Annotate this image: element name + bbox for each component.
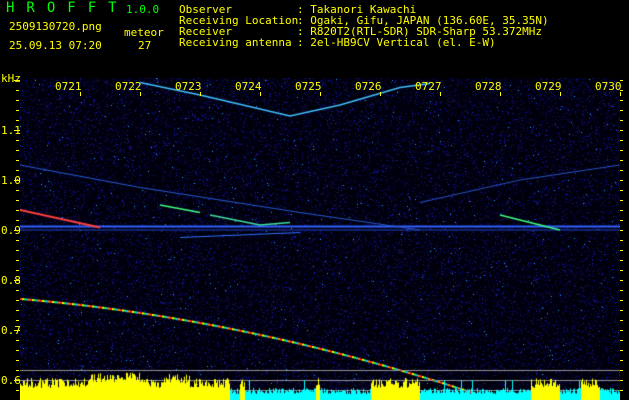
y-tick [620, 110, 623, 111]
y-tick [16, 160, 19, 161]
y-tick [620, 330, 623, 331]
y-tick [16, 390, 19, 391]
y-tick [16, 110, 19, 111]
x-tick-label: 0723 [175, 80, 202, 93]
y-tick [16, 300, 19, 301]
x-tick-label: 0724 [235, 80, 262, 93]
y-tick [16, 370, 19, 371]
y-tick [620, 100, 623, 101]
x-tick [380, 92, 381, 96]
y-tick [14, 80, 20, 81]
y-tick [620, 350, 623, 351]
y-tick [16, 310, 19, 311]
meteor-count: 27 [138, 39, 152, 52]
x-tick [200, 92, 201, 96]
y-tick [16, 320, 19, 321]
x-tick-label: 0721 [55, 80, 82, 93]
y-tick [14, 280, 20, 281]
y-unit-label: kHz [1, 72, 21, 85]
y-tick [14, 230, 20, 231]
y-tick [16, 190, 19, 191]
info-value: : 2el-HB9CV Vertical (el. E-W) [297, 36, 496, 49]
y-tick [620, 150, 623, 151]
y-tick [620, 140, 623, 141]
y-tick [620, 130, 623, 131]
y-tick [620, 370, 623, 371]
y-tick [16, 210, 19, 211]
y-tick [16, 360, 19, 361]
y-tick [16, 350, 19, 351]
y-tick [620, 340, 623, 341]
app-logo: HROFFT [6, 0, 129, 16]
x-tick [140, 92, 141, 96]
y-tick [16, 270, 19, 271]
y-tick [620, 220, 623, 221]
y-tick [16, 200, 19, 201]
x-tick-label: 0725 [295, 80, 322, 93]
x-tick-label: 0722 [115, 80, 142, 93]
info-label: Receiving antenna [179, 36, 292, 49]
y-tick [16, 260, 19, 261]
y-tick [620, 240, 623, 241]
y-tick [16, 170, 19, 171]
x-tick-label: 0728 [475, 80, 502, 93]
y-tick [16, 100, 19, 101]
y-tick [14, 130, 20, 131]
x-tick [260, 92, 261, 96]
app-version: 1.0.0 [126, 3, 160, 16]
x-tick [320, 92, 321, 96]
x-tick-label: 0727 [415, 80, 442, 93]
y-tick [16, 150, 19, 151]
y-tick [16, 140, 19, 141]
x-tick-label: 0726 [355, 80, 382, 93]
x-tick [560, 92, 561, 96]
datetime: 25.09.13 07:20 [9, 39, 102, 52]
x-tick [440, 92, 441, 96]
y-tick [620, 380, 623, 381]
y-tick [16, 220, 19, 221]
x-tick [620, 92, 621, 96]
x-tick-label: 0730 [595, 80, 622, 93]
y-tick [14, 330, 20, 331]
y-tick [620, 270, 623, 271]
y-tick [16, 290, 19, 291]
y-tick [16, 250, 19, 251]
y-tick [620, 190, 623, 191]
x-tick-label: 0729 [535, 80, 562, 93]
meteor-label: meteor [124, 26, 164, 39]
x-tick [80, 92, 81, 96]
y-tick [620, 290, 623, 291]
spectrogram-canvas [20, 78, 620, 400]
y-tick [620, 300, 623, 301]
y-tick [620, 390, 623, 391]
y-tick [620, 230, 623, 231]
x-tick [500, 92, 501, 96]
y-tick [620, 180, 623, 181]
y-tick [16, 240, 19, 241]
y-tick [14, 180, 20, 181]
y-tick [620, 320, 623, 321]
y-tick [620, 210, 623, 211]
y-tick [620, 310, 623, 311]
y-tick [620, 260, 623, 261]
y-tick [16, 90, 19, 91]
y-tick [620, 280, 623, 281]
y-tick [620, 120, 623, 121]
y-tick [620, 170, 623, 171]
y-tick [620, 250, 623, 251]
y-tick [620, 160, 623, 161]
y-tick [620, 200, 623, 201]
y-tick [16, 120, 19, 121]
y-tick [620, 360, 623, 361]
y-tick [16, 340, 19, 341]
y-tick [14, 380, 20, 381]
filename: 2509130720.png [9, 20, 102, 33]
